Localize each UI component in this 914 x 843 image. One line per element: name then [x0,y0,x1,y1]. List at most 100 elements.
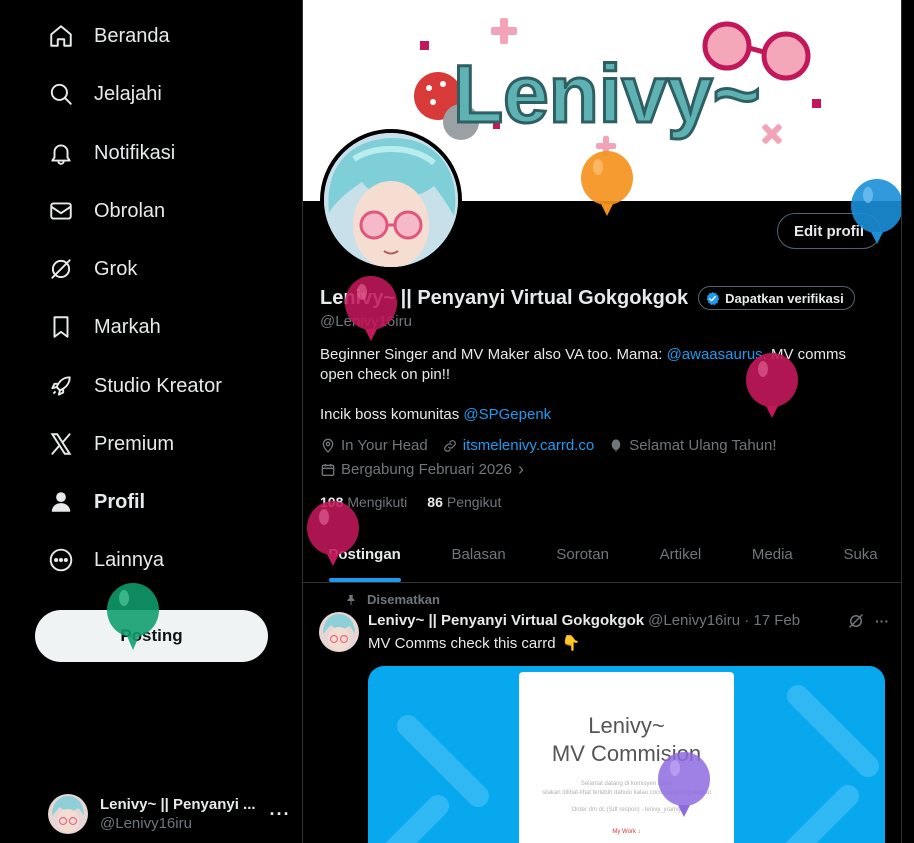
account-switcher[interactable]: Lenivy~ || Penyanyi ... @Lenivy16iru ··· [36,786,296,842]
sidebar-item-beranda[interactable]: Beranda [36,13,182,59]
sidebar-item-premium[interactable]: Premium [36,421,186,467]
location-pin-icon [322,438,334,453]
sidebar-item-label: Grok [94,257,138,280]
sidebar: Beranda Jelajahi Notifikasi Obrolan Grok… [0,0,302,843]
search-icon [48,81,74,107]
pinned-post[interactable]: Disematkan Lenivy~ || Penyanyi Virtual G… [303,584,901,843]
sidebar-item-label: Beranda [94,24,170,47]
followers-label: Pengikut [446,494,502,510]
card-preview: Lenivy~ MV Commision Selamat datang di ko… [519,672,734,843]
website[interactable]: itsmelenivy.carrd.co [442,437,594,454]
link-icon [443,439,456,452]
name-row: Lenivy~ || Penyanyi Virtual Gokgokgok Da… [320,286,855,310]
sidebar-item-studio-kreator[interactable]: Studio Kreator [36,363,234,409]
sidebar-item-markah[interactable]: Markah [36,304,173,350]
pin-icon [347,594,355,605]
sidebar-item-label: Profil [94,490,146,513]
profile-column: Lenivy~ Edit profil Lenivy~ || Penyanyi … [302,0,902,843]
post-body: MV Comms check this carrd [368,634,556,652]
profile-avatar[interactable] [320,129,462,271]
more-icon[interactable]: ··· [875,613,889,629]
card-text: Selamat datang di komisyen saya! [580,781,673,787]
verify-label: Dapatkan verifikasi [725,290,844,306]
post-header: Lenivy~ || Penyanyi Virtual Gokgokgok @L… [368,612,800,629]
post-actions: ··· [837,612,889,630]
birthday: Selamat Ulang Tahun! [608,437,777,454]
grok-icon [48,256,74,282]
sidebar-item-grok[interactable]: Grok [36,246,149,292]
bio-mention-link[interactable]: @awaasaurus [667,346,763,363]
get-verified-button[interactable]: Dapatkan verifikasi [698,286,855,310]
post-text: MV Comms check this carrd 👇 [368,634,581,653]
bio-text: . MV comms [762,346,847,363]
followers-link[interactable]: 86 Pengikut [427,494,501,510]
location: In Your Head [320,437,428,454]
profile-handle: @Lenivy16iru [320,313,412,330]
bio-text: Beginner Singer and MV Maker also VA too… [320,346,667,363]
sidebar-item-notifikasi[interactable]: Notifikasi [36,130,187,176]
tab-suka[interactable]: Suka [818,527,901,582]
tab-sorotan[interactable]: Sorotan [531,527,634,582]
bio-text: open check on pin!! [320,366,451,383]
profile-tabs: Postingan Balasan Sorotan Artikel Media … [303,527,901,583]
rocket-icon [48,373,74,399]
bookmark-icon [48,314,74,340]
display-name: Lenivy~ || Penyanyi Virtual Gokgokgok [320,286,689,309]
calendar-icon [321,463,335,476]
location-text: In Your Head [341,437,428,454]
pinned-label: Disematkan [345,592,440,607]
chevron-right-icon: › [517,459,524,479]
card-subtitle: MV Commision [551,741,702,766]
more-icon[interactable]: ··· [270,804,291,825]
tab-postingan[interactable]: Postingan [303,527,426,582]
grok-icon[interactable] [847,612,865,630]
follow-stats: 108 Mengikuti 86 Pengikut [320,494,521,510]
following-link[interactable]: 108 Mengikuti [320,494,407,510]
sidebar-item-label: Jelajahi [94,82,162,105]
tab-media[interactable]: Media [727,527,819,582]
pointing-down-icon: 👇 [561,635,581,652]
verified-badge-icon [706,291,720,305]
sidebar-item-label: Premium [94,432,175,455]
birthday-text: Selamat Ulang Tahun! [629,437,777,454]
account-handle: @Lenivy16iru [100,815,192,832]
joined-date: Bergabung Februari 2026 › [320,459,524,480]
sidebar-item-lainnya[interactable]: Lainnya [36,537,176,583]
post-author-name[interactable]: Lenivy~ || Penyanyi Virtual Gokgokgok [368,612,644,629]
sidebar-item-label: Markah [94,315,161,338]
post-handle-time[interactable]: @Lenivy16iru · 17 Feb [648,612,800,629]
person-icon [48,489,74,515]
profile-bio: Beginner Singer and MV Maker also VA too… [320,345,880,425]
profile-meta: In Your Head itsmelenivy.carrd.co Selama… [320,437,791,454]
card-text: Order dm dc (Sdt respon) - lenivy_yrariv… [571,807,682,813]
avatar [48,794,88,834]
card-text: silakan dilihat-lihat terlebih dahulu ka… [541,790,712,796]
post-media-card[interactable]: Lenivy~ MV Commision Selamat datang di ko… [368,666,885,843]
joined-text: Bergabung Februari 2026 [341,461,512,478]
home-icon [48,23,74,49]
account-info: Lenivy~ || Penyanyi ... @Lenivy16iru [100,796,256,832]
bio-mention-link[interactable]: @SPGepenk [463,406,551,423]
bell-icon [48,140,74,166]
mail-icon [48,198,74,224]
following-count: 108 [320,494,344,510]
tab-balasan[interactable]: Balasan [426,527,531,582]
website-link[interactable]: itsmelenivy.carrd.co [463,437,594,454]
sidebar-item-jelajahi[interactable]: Jelajahi [36,71,174,117]
more-circle-icon [48,547,74,573]
avatar[interactable] [319,612,359,652]
card-title: Lenivy~ [588,713,665,738]
account-name: Lenivy~ || Penyanyi ... [100,796,256,813]
edit-profile-button[interactable]: Edit profil [777,213,881,249]
pinned-text: Disematkan [367,592,440,607]
sidebar-item-obrolan[interactable]: Obrolan [36,188,177,234]
tab-artikel[interactable]: Artikel [634,527,726,582]
post-button[interactable]: Posting [35,610,268,662]
sidebar-item-label: Obrolan [94,199,166,222]
card-link[interactable]: My Work ↓ [519,829,734,835]
bio-text: Incik boss komunitas [320,406,464,423]
sidebar-item-label: Notifikasi [94,141,176,164]
sidebar-item-profil[interactable]: Profil [36,479,157,525]
profile-joined[interactable]: Bergabung Februari 2026 › [320,459,538,480]
sidebar-item-label: Lainnya [94,548,165,571]
